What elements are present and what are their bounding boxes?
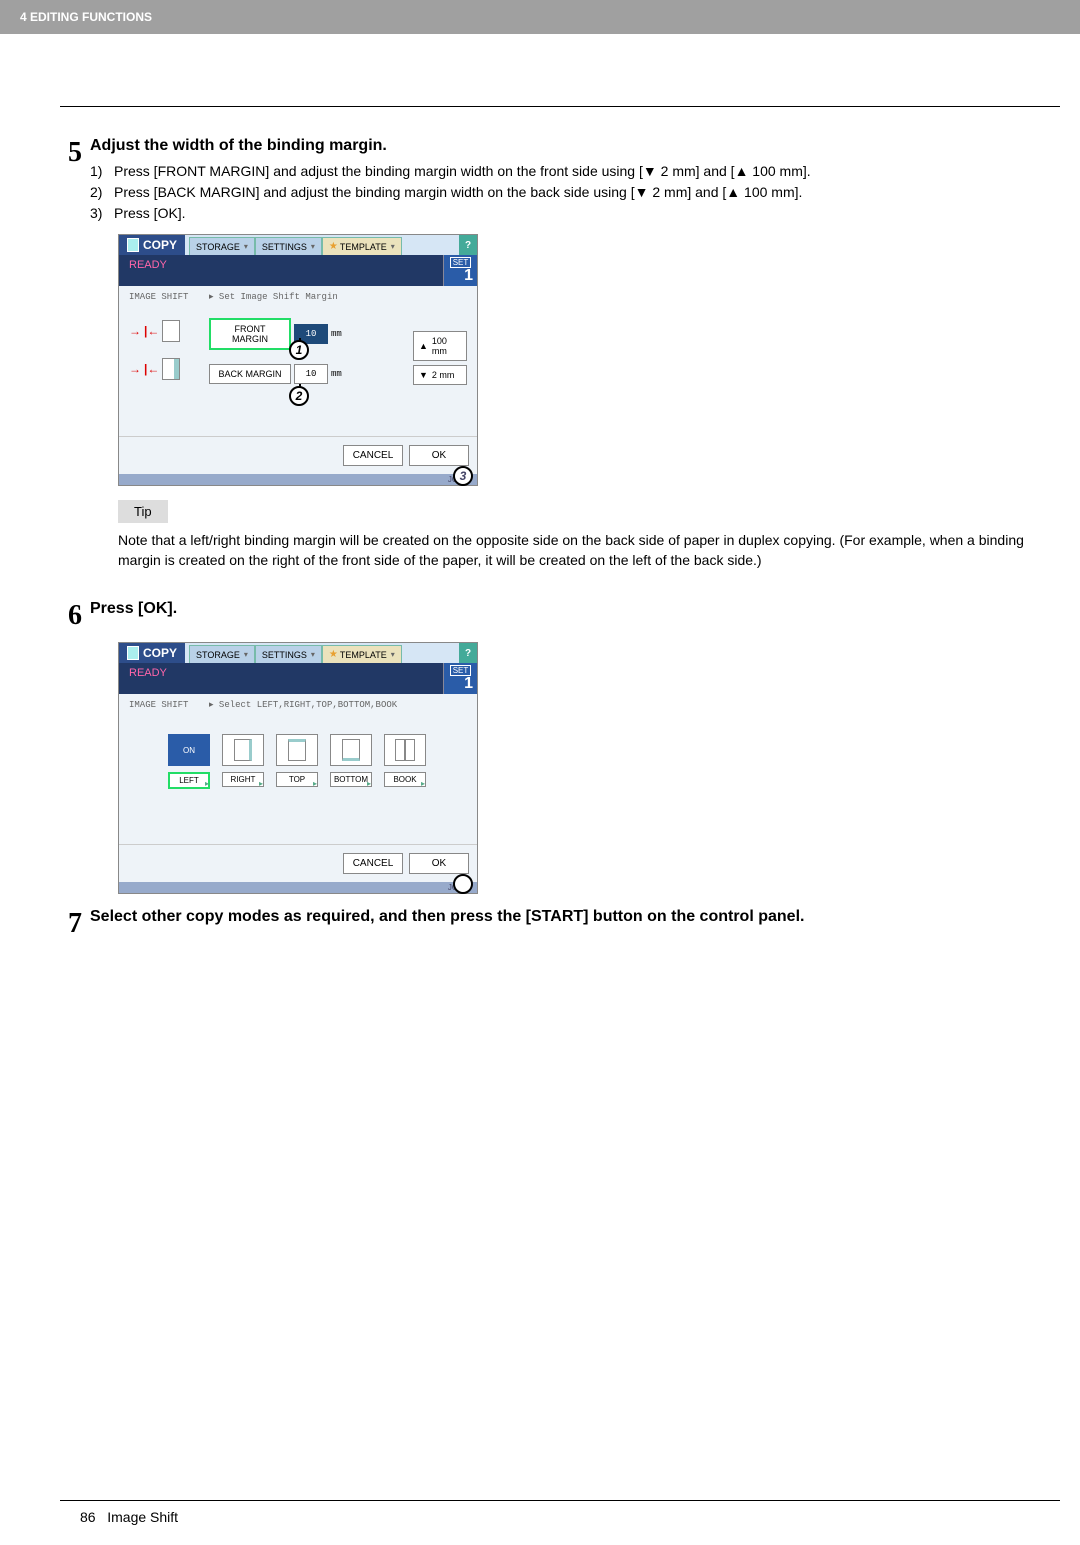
dropdown-icon: ▾: [391, 242, 395, 251]
cancel-button[interactable]: CANCEL: [343, 445, 403, 466]
settings-tab[interactable]: SETTINGS▾: [255, 645, 322, 663]
triangle-icon: ▸: [421, 779, 425, 788]
down-triangle-icon: ▼: [643, 161, 657, 182]
help-button[interactable]: ?: [459, 643, 477, 663]
status-ready: READY: [119, 663, 443, 694]
step-5: 5 Adjust the width of the binding margin…: [60, 137, 1060, 224]
up-triangle-icon: ▲: [419, 341, 428, 351]
dropdown-icon: ▾: [244, 650, 248, 659]
step-number: 5: [60, 137, 90, 224]
step-title: Select other copy modes as required, and…: [90, 908, 1060, 926]
step-6: 6 Press [OK].: [60, 600, 1060, 632]
template-tab[interactable]: ★TEMPLATE▾: [322, 645, 402, 663]
up-triangle-icon: ▲: [726, 182, 740, 203]
set-count: SET 1: [443, 663, 477, 694]
step-title: Press [OK].: [90, 600, 1060, 618]
back-margin-button[interactable]: BACK MARGIN: [209, 364, 291, 384]
document-icon: [127, 646, 139, 660]
left-option-button[interactable]: LEFT▸: [168, 772, 210, 789]
margin-diagram: →|← →|←: [129, 320, 189, 396]
down-triangle-icon: ▼: [635, 182, 649, 203]
front-margin-button[interactable]: FRONT MARGIN: [209, 318, 291, 350]
step-number: 6: [60, 600, 90, 632]
back-margin-value: 10: [294, 364, 328, 384]
document-icon: [127, 238, 139, 252]
substep-3: 3) Press [OK].: [90, 203, 1060, 224]
tip-label: Tip: [118, 500, 168, 523]
job-status-bar: JOB S 3: [119, 474, 477, 485]
instruction-text: Set Image Shift Margin: [209, 292, 338, 302]
triangle-icon: ▸: [313, 779, 317, 788]
bottom-icon: [330, 734, 372, 766]
star-icon: ★: [329, 649, 338, 660]
divider: [60, 106, 1060, 107]
dropdown-icon: ▾: [311, 242, 315, 251]
down-triangle-icon: ▼: [419, 370, 428, 380]
callout-1: 1: [289, 340, 309, 360]
right-option-button[interactable]: RIGHT▸: [222, 772, 264, 787]
bottom-option-button[interactable]: BOTTOM▸: [330, 772, 372, 787]
right-icon: [222, 734, 264, 766]
dropdown-icon: ▾: [311, 650, 315, 659]
top-icon: [276, 734, 318, 766]
copy-mode-label: COPY: [119, 643, 185, 663]
step-number: 7: [60, 908, 90, 940]
chapter-header: 4 EDITING FUNCTIONS: [0, 0, 1080, 34]
set-count: SET 1: [443, 255, 477, 286]
unit-label: mm: [331, 369, 342, 379]
decrease-2mm-button[interactable]: ▼2 mm: [413, 365, 467, 385]
function-name: IMAGE SHIFT: [129, 700, 209, 710]
triangle-icon: ▸: [259, 779, 263, 788]
screenshot-margin-settings: COPY STORAGE▾ SETTINGS▾ ★TEMPLATE▾ ? REA…: [118, 234, 478, 486]
instruction-text: Select LEFT,RIGHT,TOP,BOTTOM,BOOK: [209, 700, 397, 710]
arrow-left-icon: |←: [144, 324, 159, 338]
callout-2: 2: [289, 386, 309, 406]
ok-button[interactable]: OK: [409, 445, 469, 466]
callout-3: 3: [453, 466, 473, 486]
dropdown-icon: ▾: [244, 242, 248, 251]
storage-tab[interactable]: STORAGE▾: [189, 237, 255, 255]
storage-tab[interactable]: STORAGE▾: [189, 645, 255, 663]
screenshot-image-shift-options: COPY STORAGE▾ SETTINGS▾ ★TEMPLATE▾ ? REA…: [118, 642, 478, 894]
status-ready: READY: [119, 255, 443, 286]
star-icon: ★: [329, 241, 338, 252]
job-status-bar: JOB S: [119, 882, 477, 893]
step-7: 7 Select other copy modes as required, a…: [60, 908, 1060, 940]
book-option-button[interactable]: BOOK▸: [384, 772, 426, 787]
template-tab[interactable]: ★TEMPLATE▾: [322, 237, 402, 255]
step-title: Adjust the width of the binding margin.: [90, 137, 1060, 155]
copy-mode-label: COPY: [119, 235, 185, 255]
arrow-left-icon: |←: [144, 362, 159, 376]
book-icon: [384, 734, 426, 766]
substep-2: 2) Press [BACK MARGIN] and adjust the bi…: [90, 182, 1060, 203]
top-option-button[interactable]: TOP▸: [276, 772, 318, 787]
dropdown-icon: ▾: [391, 650, 395, 659]
function-name: IMAGE SHIFT: [129, 292, 209, 302]
triangle-icon: ▸: [205, 779, 209, 788]
arrow-right-icon: →: [129, 324, 141, 338]
arrow-right-icon: →: [129, 362, 141, 376]
up-triangle-icon: ▲: [735, 161, 749, 182]
settings-tab[interactable]: SETTINGS▾: [255, 237, 322, 255]
page-footer: 86 Image Shift: [60, 1501, 1060, 1525]
ok-button[interactable]: OK: [409, 853, 469, 874]
tip-text: Note that a left/right binding margin wi…: [118, 531, 1060, 570]
increase-100mm-button[interactable]: ▲100 mm: [413, 331, 467, 361]
on-indicator: ON: [168, 734, 210, 766]
triangle-icon: ▸: [367, 779, 371, 788]
substep-1: 1) Press [FRONT MARGIN] and adjust the b…: [90, 161, 1060, 182]
cancel-button[interactable]: CANCEL: [343, 853, 403, 874]
help-button[interactable]: ?: [459, 235, 477, 255]
unit-label: mm: [331, 329, 342, 339]
